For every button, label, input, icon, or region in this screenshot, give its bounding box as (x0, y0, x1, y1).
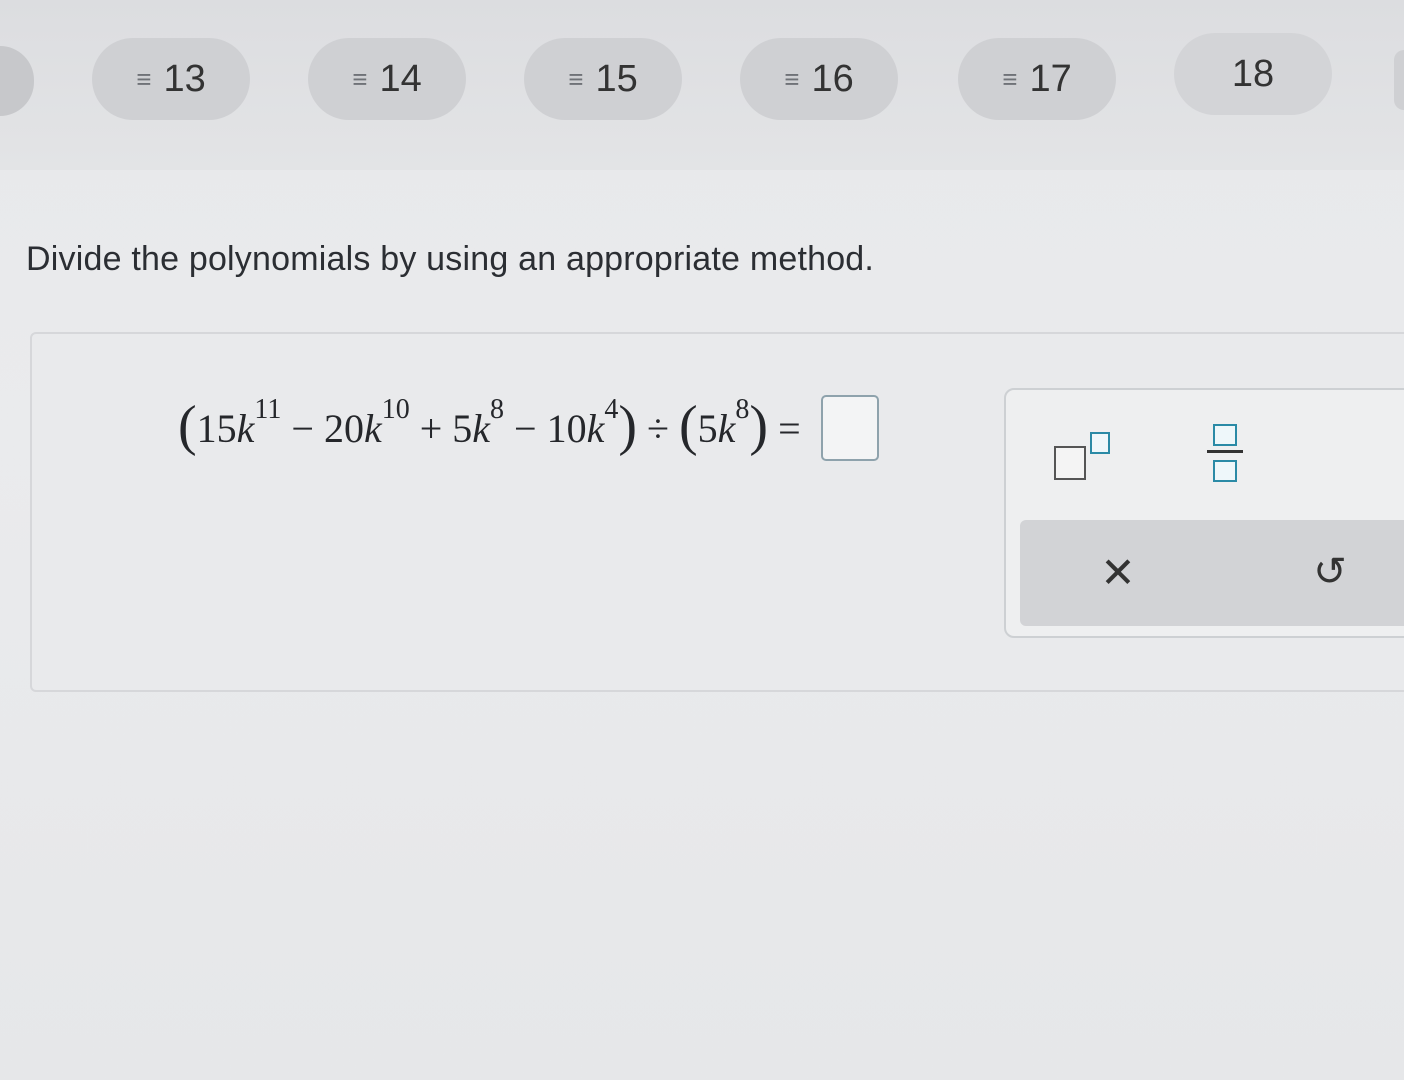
term-exponent: 11 (254, 394, 282, 425)
close-icon: ✕ (1100, 548, 1136, 596)
term-variable: k (472, 405, 491, 451)
question-13-button[interactable]: ≡ 13 (92, 38, 250, 120)
plus-operator: + (419, 405, 443, 451)
open-paren: ( (178, 395, 197, 457)
menu-lines-icon: ≡ (352, 64, 368, 94)
fraction-template-icon (1205, 422, 1245, 484)
menu-lines-icon: ≡ (784, 64, 800, 94)
math-expression: ( 15 k 11 − 20 k 10 + 5k8 − 10 k 4 ) ÷ ( 5k8 )… (178, 388, 879, 468)
minus-operator: − (291, 405, 314, 451)
question-number: 16 (811, 57, 854, 100)
term-coefficient: 15 (196, 405, 237, 451)
question-number: 17 (1029, 57, 1072, 100)
question-18-button[interactable]: 18 (1174, 33, 1332, 115)
nav-next-edge[interactable] (1394, 50, 1404, 110)
exponent-template-button[interactable] (1052, 426, 1116, 482)
term-variable: k (236, 405, 255, 451)
answer-input-box[interactable] (820, 395, 879, 461)
close-paren: ) (749, 395, 769, 457)
undo-icon: ↺ (1313, 550, 1347, 594)
term-exponent: 4 (604, 394, 619, 425)
equals-sign: = (778, 405, 801, 451)
question-17-button[interactable]: ≡ 17 (958, 38, 1116, 120)
clear-button[interactable]: ✕ (1086, 540, 1150, 604)
question-navigation: ≡ 13 ≡ 14 ≡ 15 ≡ 16 ≡ 17 18 (0, 0, 1404, 170)
exponent-template-icon (1052, 428, 1116, 480)
term-exponent: 8 (490, 394, 505, 425)
term-coefficient: 5 (452, 405, 473, 451)
nav-prev-edge[interactable] (0, 46, 34, 116)
term-variable: k (717, 405, 736, 451)
menu-lines-icon: ≡ (568, 64, 584, 94)
question-number: 18 (1231, 52, 1275, 95)
question-number: 13 (163, 57, 206, 100)
fraction-template-button[interactable] (1202, 420, 1248, 486)
menu-lines-icon: ≡ (1002, 64, 1018, 94)
term-coefficient: 5 (697, 405, 718, 451)
divide-operator: ÷ (647, 405, 669, 451)
question-16-button[interactable]: ≡ 16 (740, 38, 898, 120)
menu-lines-icon: ≡ (136, 64, 152, 94)
term-exponent: 10 (381, 394, 410, 425)
question-15-button[interactable]: ≡ 15 (524, 38, 682, 120)
question-prompt: Divide the polynomials by using an appro… (26, 240, 875, 278)
term-coefficient: 10 (546, 405, 587, 451)
term-variable: k (363, 405, 382, 451)
term-variable: k (586, 405, 605, 451)
question-number: 14 (379, 57, 422, 100)
minus-operator: − (514, 405, 537, 451)
close-paren: ) (618, 395, 638, 457)
term-exponent: 8 (735, 394, 750, 425)
math-palette: ✕ ↺ (1004, 388, 1404, 638)
term-coefficient: 20 (323, 405, 364, 451)
question-14-button[interactable]: ≡ 14 (308, 38, 466, 120)
open-paren: ( (678, 395, 698, 457)
question-number: 15 (595, 57, 638, 100)
undo-button[interactable]: ↺ (1298, 540, 1362, 604)
